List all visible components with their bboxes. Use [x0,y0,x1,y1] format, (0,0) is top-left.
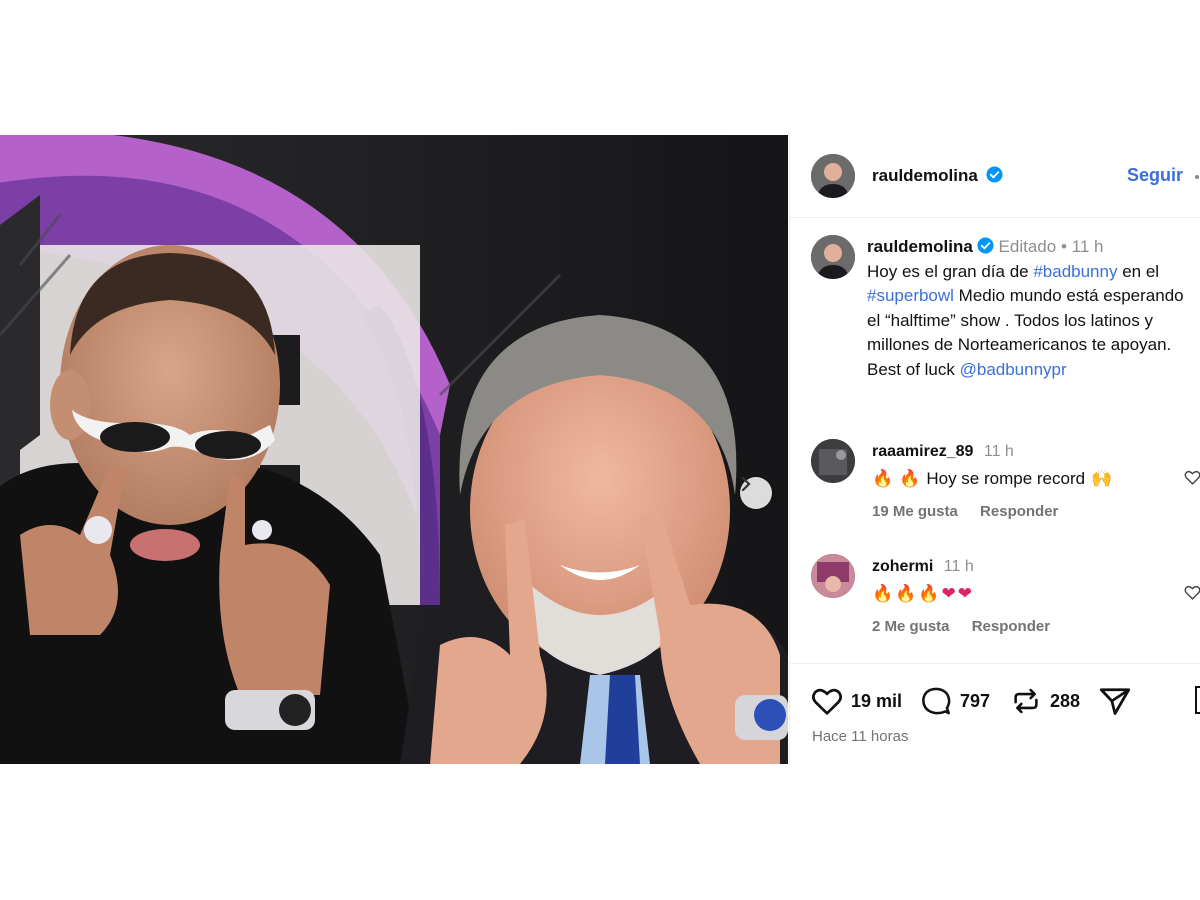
post-actions-bar: 19 mil 797 288 Hace 11 horas [790,663,1200,764]
comment-item: zohermi 11 h 🔥 🔥 🔥 ❤ ❤ 2 Me gusta Respon… [790,552,1200,642]
avatar-image [811,554,855,598]
posted-ago: Hace 11 horas [812,728,909,745]
comment-text-row: 🔥 🔥 Hoy se rompe record 🙌 [872,469,1112,489]
comment-item: raaamirez_89 11 h 🔥 🔥 Hoy se rompe recor… [790,437,1200,527]
edited-label: Editado [998,237,1057,256]
raised-hands-icon: 🙌 [1091,469,1113,488]
avatar-image [811,235,855,279]
follow-button[interactable]: Seguir [1127,165,1183,186]
comment-actions: 19 Me gusta Responder [872,503,1112,520]
comment-time: 11 h [983,443,1014,460]
comment-likes[interactable]: 2 Me gusta [872,618,950,635]
caption-author-avatar[interactable] [811,235,855,279]
author-avatar[interactable] [811,154,855,198]
fire-icon: 🔥 [918,584,940,603]
likes-count: 19 mil [851,690,903,711]
comment-likes[interactable]: 19 Me gusta [872,503,958,520]
comments-count: 797 [960,690,991,711]
caption-author-username[interactable]: rauldemolina [867,237,973,256]
meta-separator: • [1060,237,1067,256]
caption-tag-link[interactable]: #superbowl [867,286,954,305]
comment-actions: 2 Me gusta Responder [872,618,1068,635]
post-photo[interactable] [0,135,788,764]
commenter-avatar[interactable] [811,554,855,598]
comment-text-row: 🔥 🔥 🔥 ❤ ❤ [872,584,1068,604]
comment-text: Hoy se rompe record [926,469,1086,488]
post-header: rauldemolina Seguir [790,135,1200,218]
red-heart-icon: ❤ [941,584,956,603]
like-comment-heart-icon[interactable] [1184,584,1200,601]
author-name-row[interactable]: rauldemolina [872,166,1003,186]
more-options-icon[interactable] [1195,175,1199,179]
reposts-count: 288 [1050,690,1081,711]
caption-tag-link[interactable]: #badbunny [1033,262,1117,281]
post-side-panel: rauldemolina Seguir rauldemolina Editado… [789,135,1200,764]
caption-tag-link[interactable]: @badbunnypr [960,360,1067,379]
comment-body: zohermi 11 h 🔥 🔥 🔥 ❤ ❤ 2 Me gusta Respon… [872,558,1068,635]
repost-action[interactable]: 288 [1010,686,1080,716]
verified-badge-icon [986,166,1003,183]
comment-username[interactable]: raaamirez_89 [872,443,973,460]
post-caption: rauldemolina Editado • 11 h Hoy es el gr… [867,235,1200,382]
comment-time: 11 h [943,558,974,575]
fire-icon: 🔥 [872,584,894,603]
bookmark-icon[interactable] [1195,686,1200,714]
comment-bubble-icon [922,687,951,715]
send-icon [1099,688,1131,715]
author-username[interactable]: rauldemolina [872,166,978,185]
reply-button[interactable]: Responder [980,503,1058,520]
instagram-post: rauldemolina Seguir rauldemolina Editado… [0,135,1200,764]
commenter-avatar[interactable] [811,439,855,483]
photo-illustration [0,135,788,764]
repost-icon [1014,688,1038,714]
caption-text-segment: en el [1117,261,1160,281]
avatar-image [811,439,855,483]
comment-action[interactable]: 797 [920,686,990,716]
next-photo-button[interactable] [740,477,772,509]
chevron-right-icon [741,477,751,491]
fire-icon: 🔥 [872,469,894,488]
like-comment-heart-icon[interactable] [1184,469,1200,486]
avatar-image [811,154,855,198]
verified-badge-icon [977,237,994,254]
share-action[interactable] [1098,686,1140,716]
caption-text: Hoy es el gran día de #badbunny en el #s… [867,262,1184,379]
heart-icon [811,688,843,715]
reply-button[interactable]: Responder [972,618,1050,635]
fire-icon: 🔥 [895,584,917,603]
comment-body: raaamirez_89 11 h 🔥 🔥 Hoy se rompe recor… [872,443,1112,520]
red-heart-icon: ❤ [957,584,973,603]
fire-icon: 🔥 [899,469,921,488]
comment-username[interactable]: zohermi [872,558,933,575]
caption-time: 11 h [1071,237,1104,256]
caption-text-segment: Hoy es el gran día de [867,261,1034,281]
like-action[interactable]: 19 mil [811,686,902,716]
